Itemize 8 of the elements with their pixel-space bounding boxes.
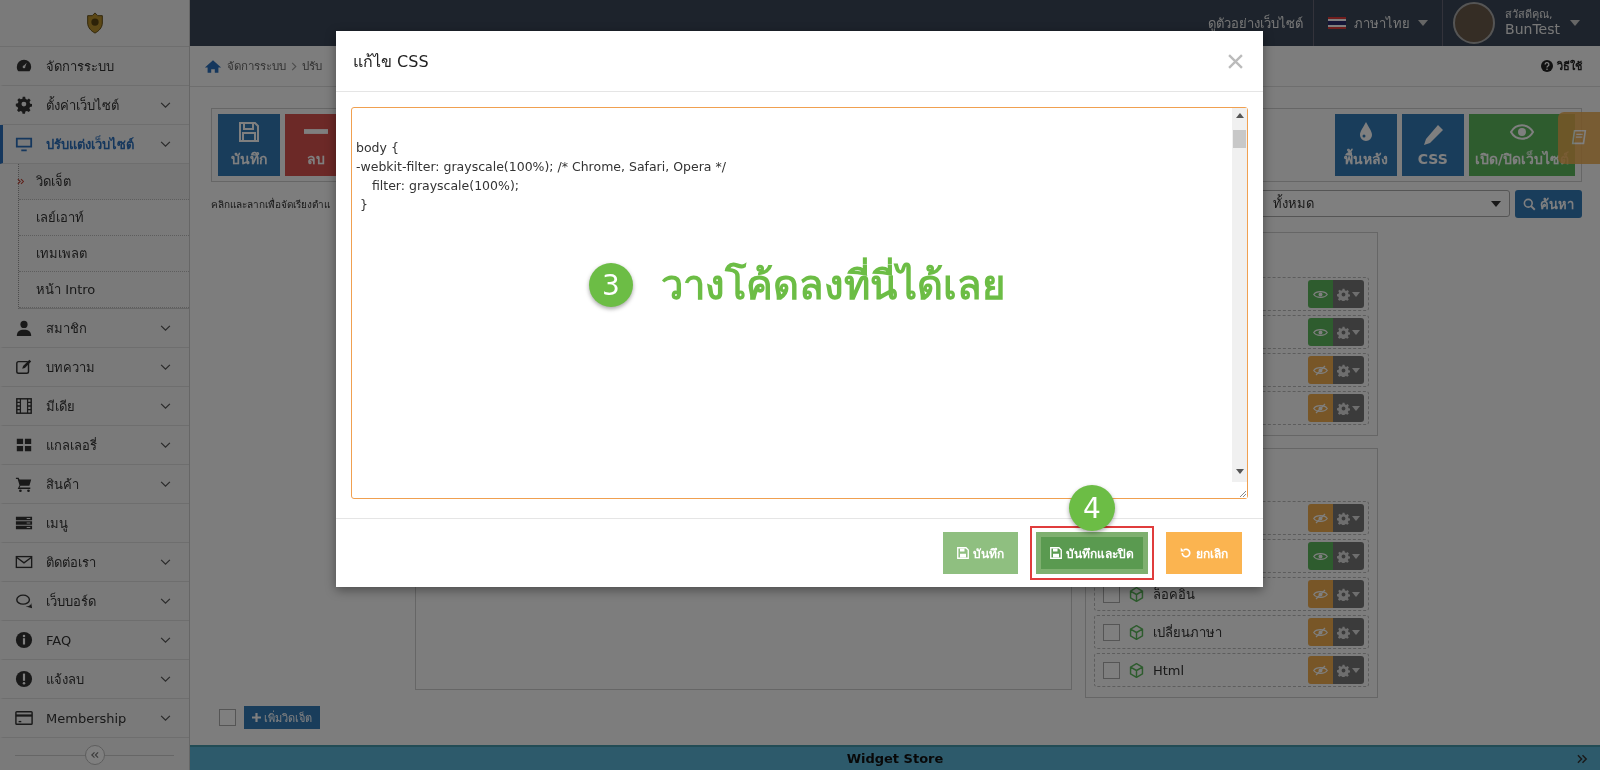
annotation-text: วางโค้ดลงที่นี่ได้เลย [661,253,1005,317]
hint-text: คลิกและลากเพื่อจัดเรียงตำแ [211,196,330,212]
widget-name: เปลี่ยนภาษา [1153,623,1222,642]
dialog-title: แก้ไข CSS [353,50,429,73]
step-number-badge: 4 [1069,485,1115,531]
widget-name: Html [1153,662,1185,678]
widget-name: ล็อคอิน [1153,585,1195,604]
step-number-badge: 3 [589,263,633,307]
